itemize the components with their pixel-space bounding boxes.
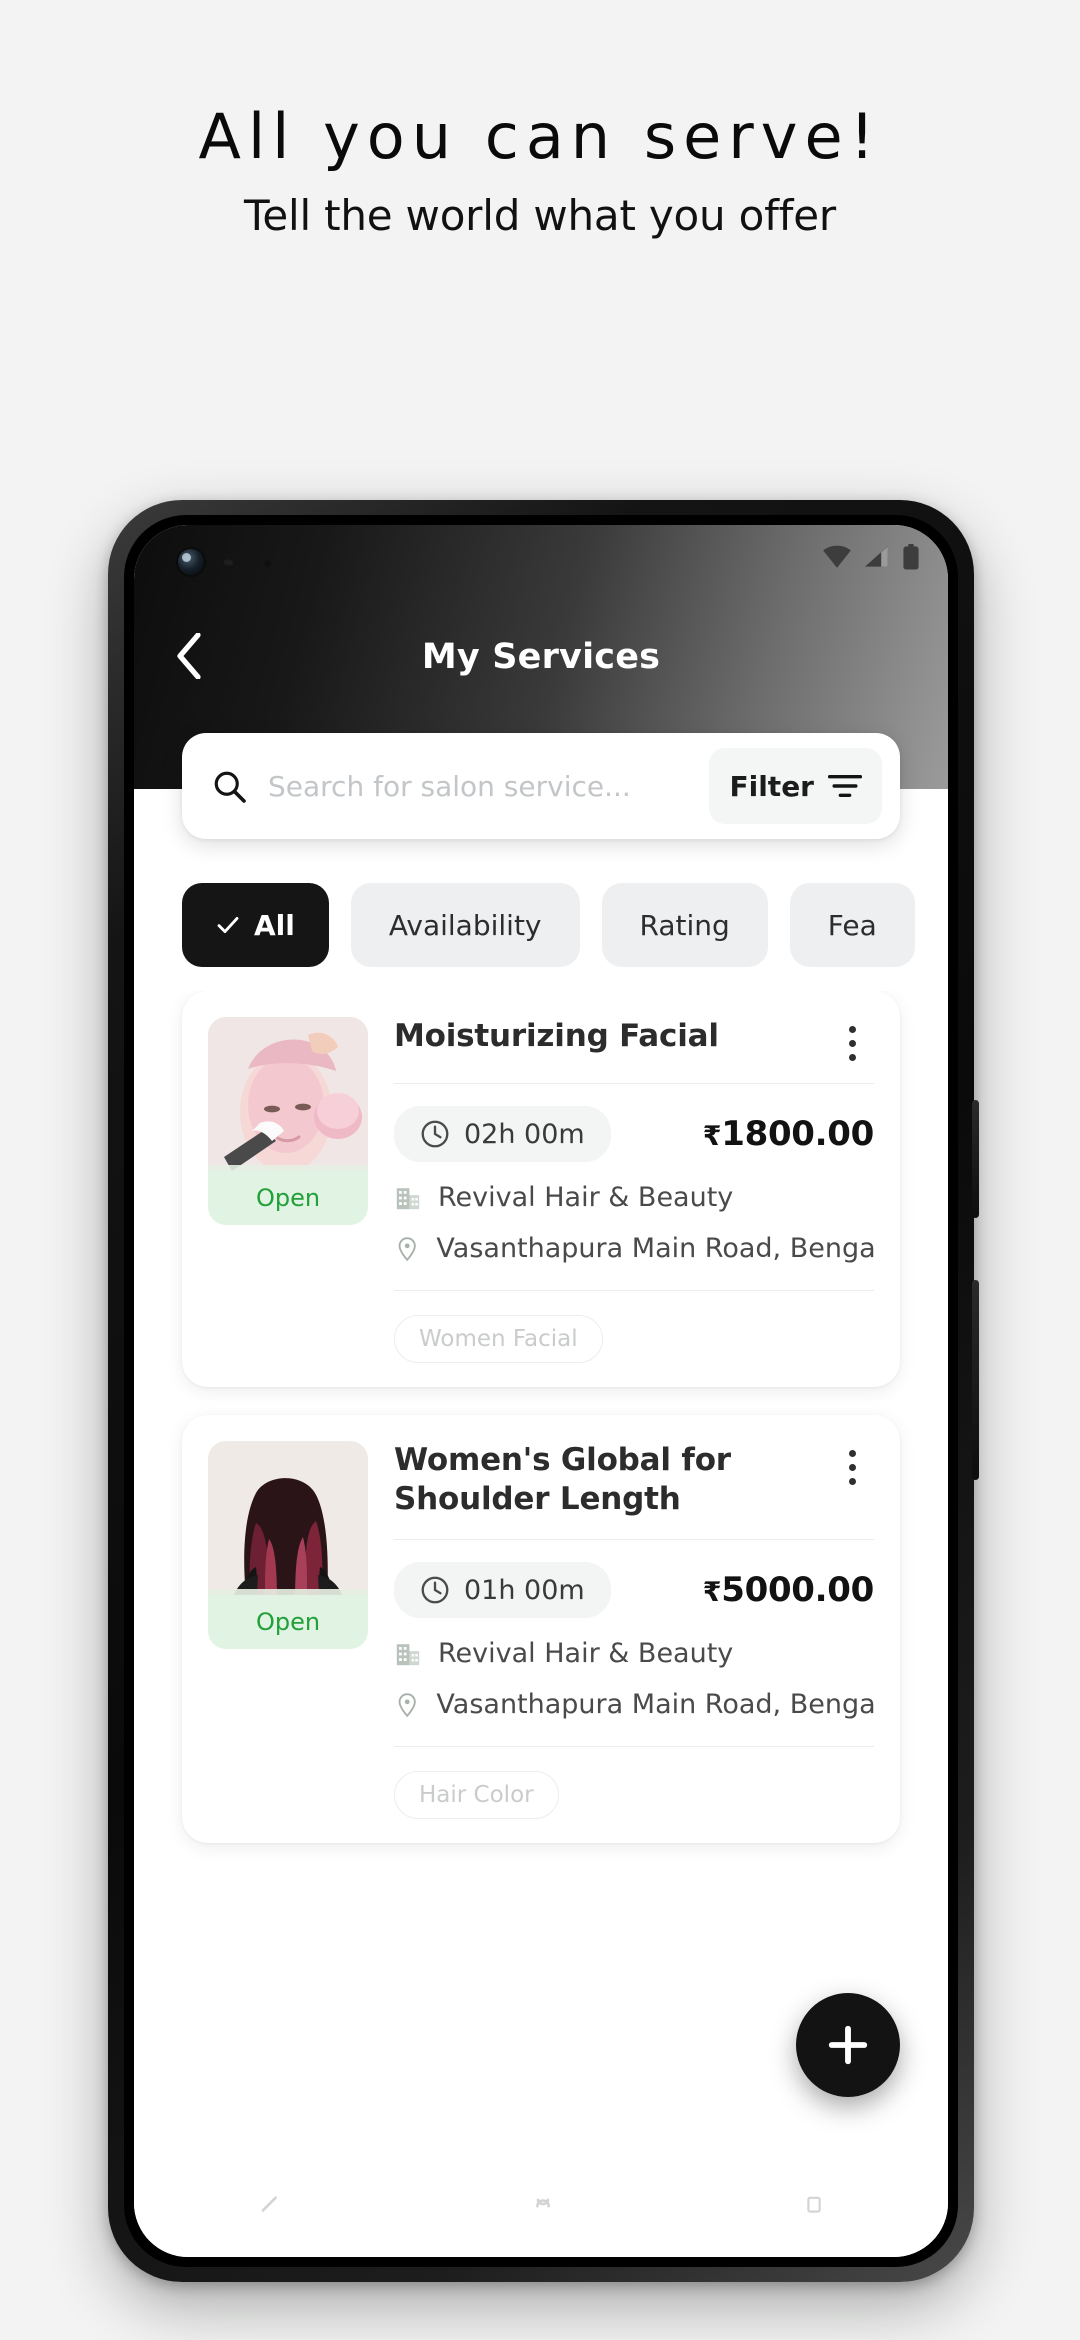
front-camera-icon bbox=[176, 547, 206, 577]
plus-icon bbox=[828, 2025, 868, 2065]
search-input[interactable] bbox=[250, 769, 710, 803]
filter-button[interactable]: Filter bbox=[709, 748, 882, 824]
wifi-icon bbox=[823, 545, 851, 568]
power-button[interactable] bbox=[972, 1100, 979, 1218]
chip-rating[interactable]: Rating bbox=[601, 883, 768, 967]
filter-icon bbox=[828, 775, 862, 797]
service-thumbnail-wrap: Open bbox=[208, 1441, 368, 1819]
promo-title: All you can serve! bbox=[198, 100, 882, 173]
clock-icon bbox=[421, 1120, 449, 1148]
camera-glint bbox=[182, 553, 191, 562]
salon-line: Revival Hair & Beauty bbox=[394, 1182, 874, 1213]
price-value: 5000.00 bbox=[721, 1570, 874, 1611]
promo-subtitle: Tell the world what you offer bbox=[244, 191, 836, 241]
promo-page: All you can serve! Tell the world what y… bbox=[0, 0, 1080, 2340]
volume-button[interactable] bbox=[972, 1280, 979, 1480]
service-thumbnail-wrap: Open bbox=[208, 1017, 368, 1363]
clock-icon bbox=[421, 1576, 449, 1604]
status-badge: Open bbox=[208, 1595, 368, 1649]
phone-bezel: My Services Filter bbox=[124, 515, 958, 2267]
service-tag[interactable]: Hair Color bbox=[394, 1771, 559, 1820]
service-image-facial bbox=[208, 1017, 368, 1187]
chip-availability[interactable]: Availability bbox=[350, 883, 580, 967]
salon-name: Revival Hair & Beauty bbox=[438, 1638, 734, 1670]
service-image-hair bbox=[208, 1441, 368, 1611]
cellular-signal-icon bbox=[865, 546, 888, 567]
service-tags: Women Facial bbox=[394, 1315, 874, 1363]
service-card[interactable]: Open Moisturizing Facial 02h 00m ₹1800.0… bbox=[182, 991, 900, 1387]
chip-rating-label: Rating bbox=[639, 908, 730, 942]
nav-recents-icon[interactable] bbox=[799, 2192, 829, 2226]
service-price: ₹5000.00 bbox=[702, 1570, 875, 1611]
filter-chips[interactable]: All Availability Rating Fea bbox=[134, 873, 948, 977]
card-divider-bottom bbox=[394, 1746, 874, 1748]
gear-icon bbox=[223, 559, 234, 566]
search-bar[interactable]: Filter bbox=[182, 733, 900, 839]
price-value: 1800.00 bbox=[721, 1114, 874, 1154]
nav-home-icon[interactable] bbox=[526, 2192, 560, 2226]
service-details: Women's Global for Shoulder Length 01h 0… bbox=[394, 1441, 875, 1820]
chip-all-label: All bbox=[254, 908, 295, 942]
location-text: Vasanthapura Main Road, Bengalu bbox=[436, 1689, 874, 1721]
map-pin-icon bbox=[398, 1692, 416, 1717]
location-line: Vasanthapura Main Road, Bengalu bbox=[394, 1689, 874, 1720]
service-details: Moisturizing Facial 02h 00m ₹1800.00 Rev… bbox=[394, 1017, 874, 1363]
currency-symbol: ₹ bbox=[702, 1121, 722, 1152]
promo-header: All you can serve! Tell the world what y… bbox=[0, 0, 1080, 240]
status-bar bbox=[134, 525, 948, 587]
service-title: Moisturizing Facial bbox=[394, 1018, 719, 1054]
building-icon bbox=[396, 1187, 420, 1209]
map-pin-icon bbox=[398, 1236, 416, 1261]
chip-featured[interactable]: Fea bbox=[789, 883, 915, 967]
android-nav-bar[interactable] bbox=[134, 2161, 948, 2257]
status-icons bbox=[822, 544, 920, 570]
location-text: Vasanthapura Main Road, Bengalu bbox=[436, 1233, 874, 1264]
hair-photo bbox=[208, 1441, 368, 1611]
chip-all[interactable]: All bbox=[182, 883, 329, 967]
chip-featured-label: Fea bbox=[827, 908, 877, 942]
kebab-menu-icon[interactable] bbox=[830, 1441, 874, 1487]
salon-name: Revival Hair & Beauty bbox=[438, 1182, 734, 1213]
duration-pill: 01h 00m bbox=[394, 1562, 611, 1619]
duration-pill: 02h 00m bbox=[394, 1106, 611, 1162]
card-divider bbox=[394, 1083, 874, 1084]
duration-label: 02h 00m bbox=[464, 1118, 585, 1150]
kebab-menu-icon[interactable] bbox=[830, 1017, 874, 1063]
nav-back-icon[interactable] bbox=[253, 2192, 287, 2226]
location-line: Vasanthapura Main Road, Bengalu bbox=[394, 1233, 874, 1264]
building-icon bbox=[396, 1643, 420, 1665]
service-tags: Hair Color bbox=[394, 1771, 874, 1820]
search-icon bbox=[208, 765, 250, 807]
check-icon bbox=[217, 916, 239, 934]
chip-availability-label: Availability bbox=[388, 908, 542, 942]
phone-screen: My Services Filter bbox=[134, 525, 948, 2257]
duration-label: 01h 00m bbox=[464, 1574, 585, 1606]
page-title: My Services bbox=[421, 637, 661, 677]
salon-line: Revival Hair & Beauty bbox=[394, 1638, 874, 1669]
service-card[interactable]: Open Women's Global for Shoulder Length bbox=[182, 1415, 900, 1844]
phone-mockup: My Services Filter bbox=[108, 500, 979, 2282]
service-price: ₹1800.00 bbox=[702, 1114, 875, 1154]
card-divider-bottom bbox=[394, 1290, 874, 1291]
card-divider bbox=[394, 1539, 874, 1541]
add-service-fab[interactable] bbox=[796, 1993, 900, 2097]
currency-symbol: ₹ bbox=[702, 1577, 722, 1609]
status-badge: Open bbox=[208, 1171, 368, 1225]
service-title: Women's Global for Shoulder Length bbox=[394, 1442, 731, 1518]
service-meta-row: 01h 00m ₹5000.00 bbox=[394, 1562, 875, 1619]
service-meta-row: 02h 00m ₹1800.00 bbox=[394, 1106, 874, 1162]
facial-photo bbox=[208, 1017, 368, 1187]
proximity-sensor bbox=[264, 560, 271, 567]
battery-icon bbox=[903, 544, 919, 570]
app-bar-row: My Services bbox=[134, 611, 948, 703]
service-tag[interactable]: Women Facial bbox=[394, 1315, 603, 1363]
filter-button-label: Filter bbox=[729, 769, 814, 803]
